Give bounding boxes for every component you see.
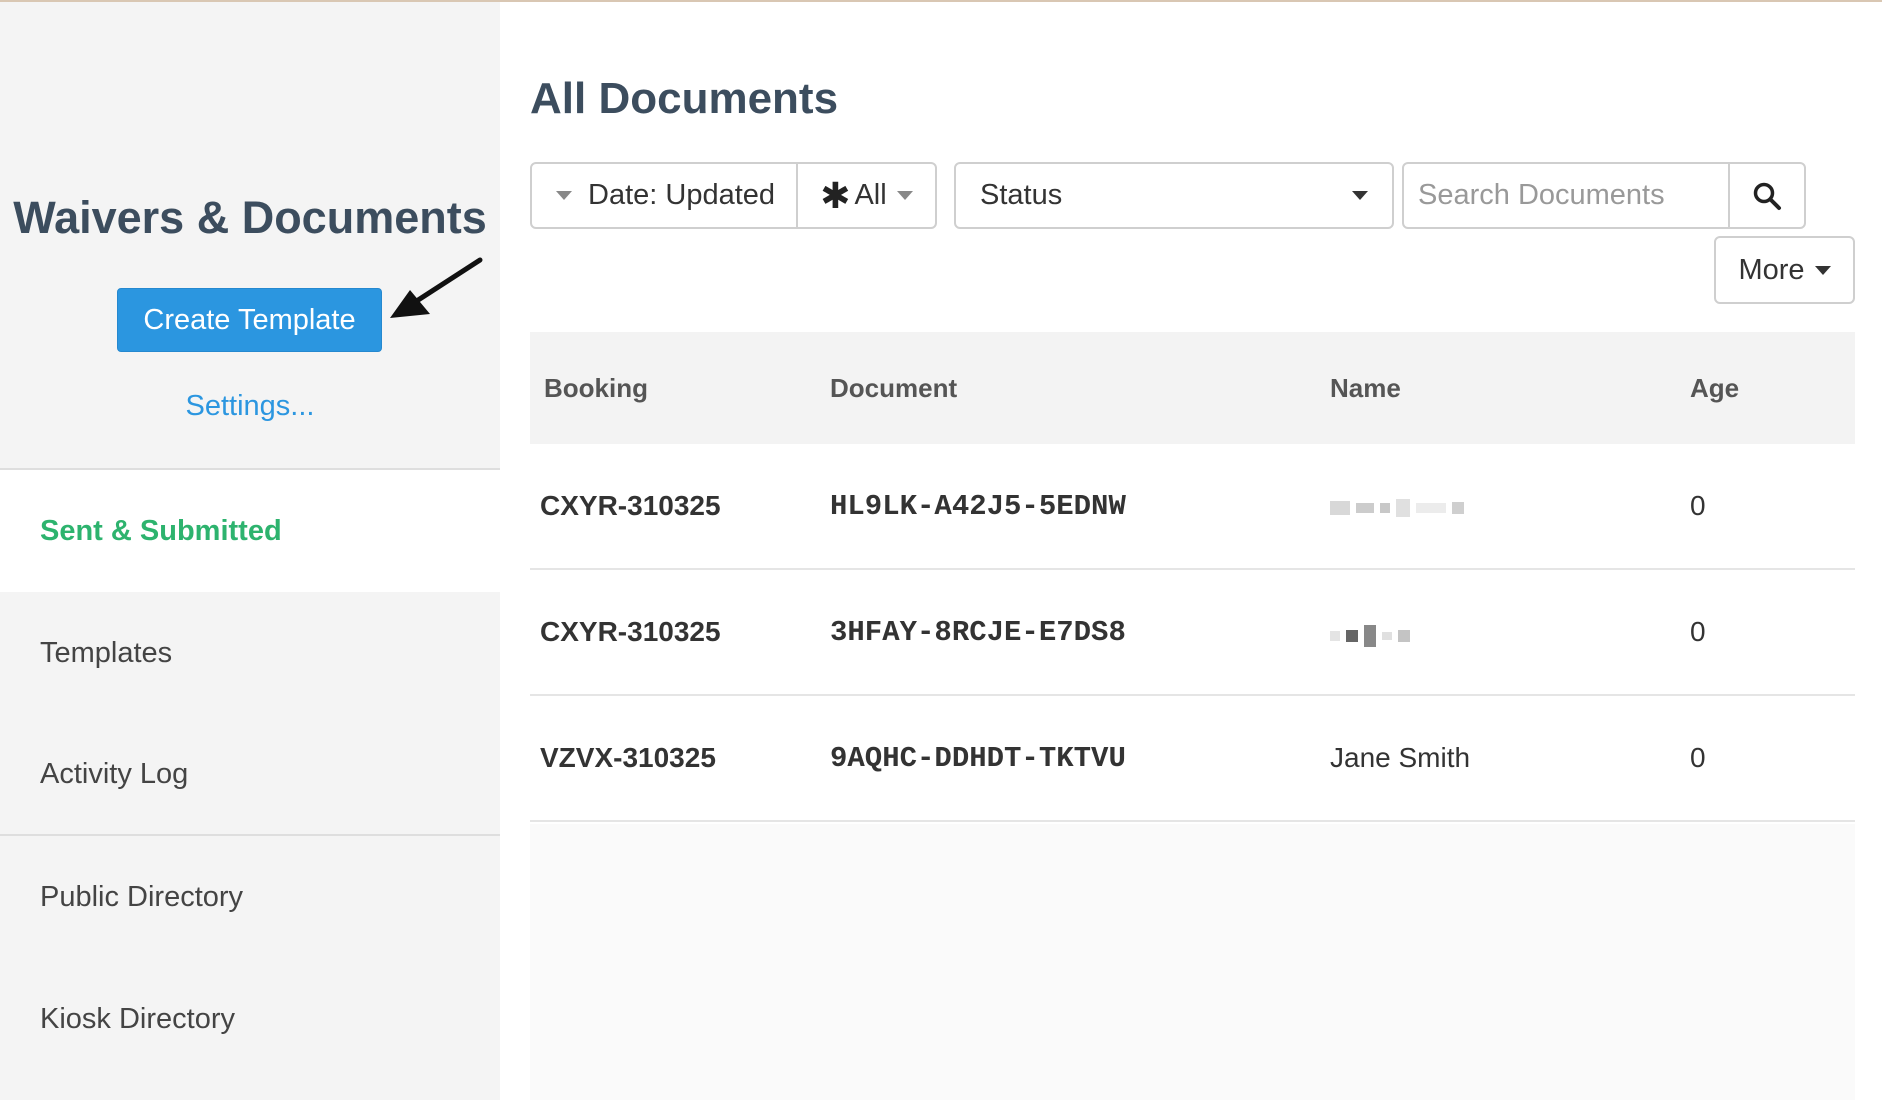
age-cell: 0: [1690, 742, 1706, 773]
caret-down-icon: [1352, 191, 1368, 200]
booking-cell[interactable]: CXYR-310325: [530, 490, 830, 522]
sidebar-item-kiosk-directory[interactable]: Kiosk Directory: [0, 958, 500, 1080]
sidebar-item-templates[interactable]: Templates: [0, 592, 500, 714]
caret-down-icon: [556, 191, 572, 200]
booking-cell[interactable]: CXYR-310325: [530, 616, 830, 648]
date-filter-label: Date: Updated: [588, 179, 776, 211]
booking-cell[interactable]: VZVX-310325: [530, 742, 830, 774]
settings-link[interactable]: Settings...: [0, 390, 500, 423]
table-header-row: Booking Document Name Age: [530, 332, 1855, 444]
name-cell-redacted: [1330, 616, 1690, 648]
header-age[interactable]: Age: [1690, 373, 1855, 404]
sidebar-item-activity-log[interactable]: Activity Log: [0, 714, 500, 834]
redacted-name: [1330, 498, 1464, 518]
page-title: All Documents: [530, 74, 839, 123]
asterisk-icon: ✱: [820, 174, 851, 216]
age-cell: 0: [1690, 616, 1706, 647]
table-row[interactable]: VZVX-310325 9AQHC-DDHDT-TKTVU Jane Smith…: [530, 696, 1855, 822]
name-cell-redacted: [1330, 490, 1690, 522]
status-dropdown[interactable]: Status: [954, 162, 1394, 229]
document-cell[interactable]: 3HFAY-8RCJE-E7DS8: [830, 616, 1330, 649]
sidebar-header: Waivers & Documents Create Template Sett…: [0, 2, 500, 470]
arrow-pointer-icon: [390, 257, 483, 318]
main-content: All Documents Date: Updated ✱ All Status…: [500, 2, 1882, 1100]
status-label: Status: [980, 179, 1063, 211]
caret-down-icon: [896, 191, 913, 200]
search-input[interactable]: [1404, 164, 1728, 227]
create-template-button[interactable]: Create Template: [117, 288, 382, 352]
all-filter-label: All: [854, 179, 887, 211]
redacted-name: [1330, 625, 1410, 647]
date-updated-dropdown[interactable]: Date: Updated: [532, 164, 798, 227]
all-dropdown[interactable]: ✱ All: [798, 164, 935, 227]
document-cell[interactable]: HL9LK-A42J5-5EDNW: [830, 490, 1330, 523]
sidebar-title: Waivers & Documents: [13, 192, 487, 243]
sidebar: Waivers & Documents Create Template Sett…: [0, 2, 500, 1100]
table-row[interactable]: CXYR-310325 HL9LK-A42J5-5EDNW 0: [530, 444, 1855, 570]
date-filter-group: Date: Updated ✱ All: [530, 162, 937, 229]
sidebar-item-public-directory[interactable]: Public Directory: [0, 836, 500, 958]
header-document[interactable]: Document: [830, 373, 1330, 404]
documents-table: Booking Document Name Age CXYR-310325 HL…: [530, 332, 1855, 822]
table-row[interactable]: CXYR-310325 3HFAY-8RCJE-E7DS8 0: [530, 570, 1855, 696]
more-dropdown-button[interactable]: More: [1714, 236, 1855, 304]
table-empty-area: [530, 824, 1855, 1100]
sidebar-item-sent-submitted[interactable]: Sent & Submitted: [0, 470, 500, 592]
name-cell: Jane Smith: [1330, 742, 1471, 773]
search-icon: [1753, 182, 1781, 210]
more-label: More: [1738, 253, 1805, 286]
search-button[interactable]: [1728, 164, 1804, 227]
age-cell: 0: [1690, 490, 1706, 521]
search-group: [1402, 162, 1806, 229]
document-cell[interactable]: 9AQHC-DDHDT-TKTVU: [830, 742, 1330, 775]
caret-down-icon: [1814, 265, 1831, 275]
header-name[interactable]: Name: [1330, 373, 1690, 404]
header-booking[interactable]: Booking: [530, 373, 830, 404]
